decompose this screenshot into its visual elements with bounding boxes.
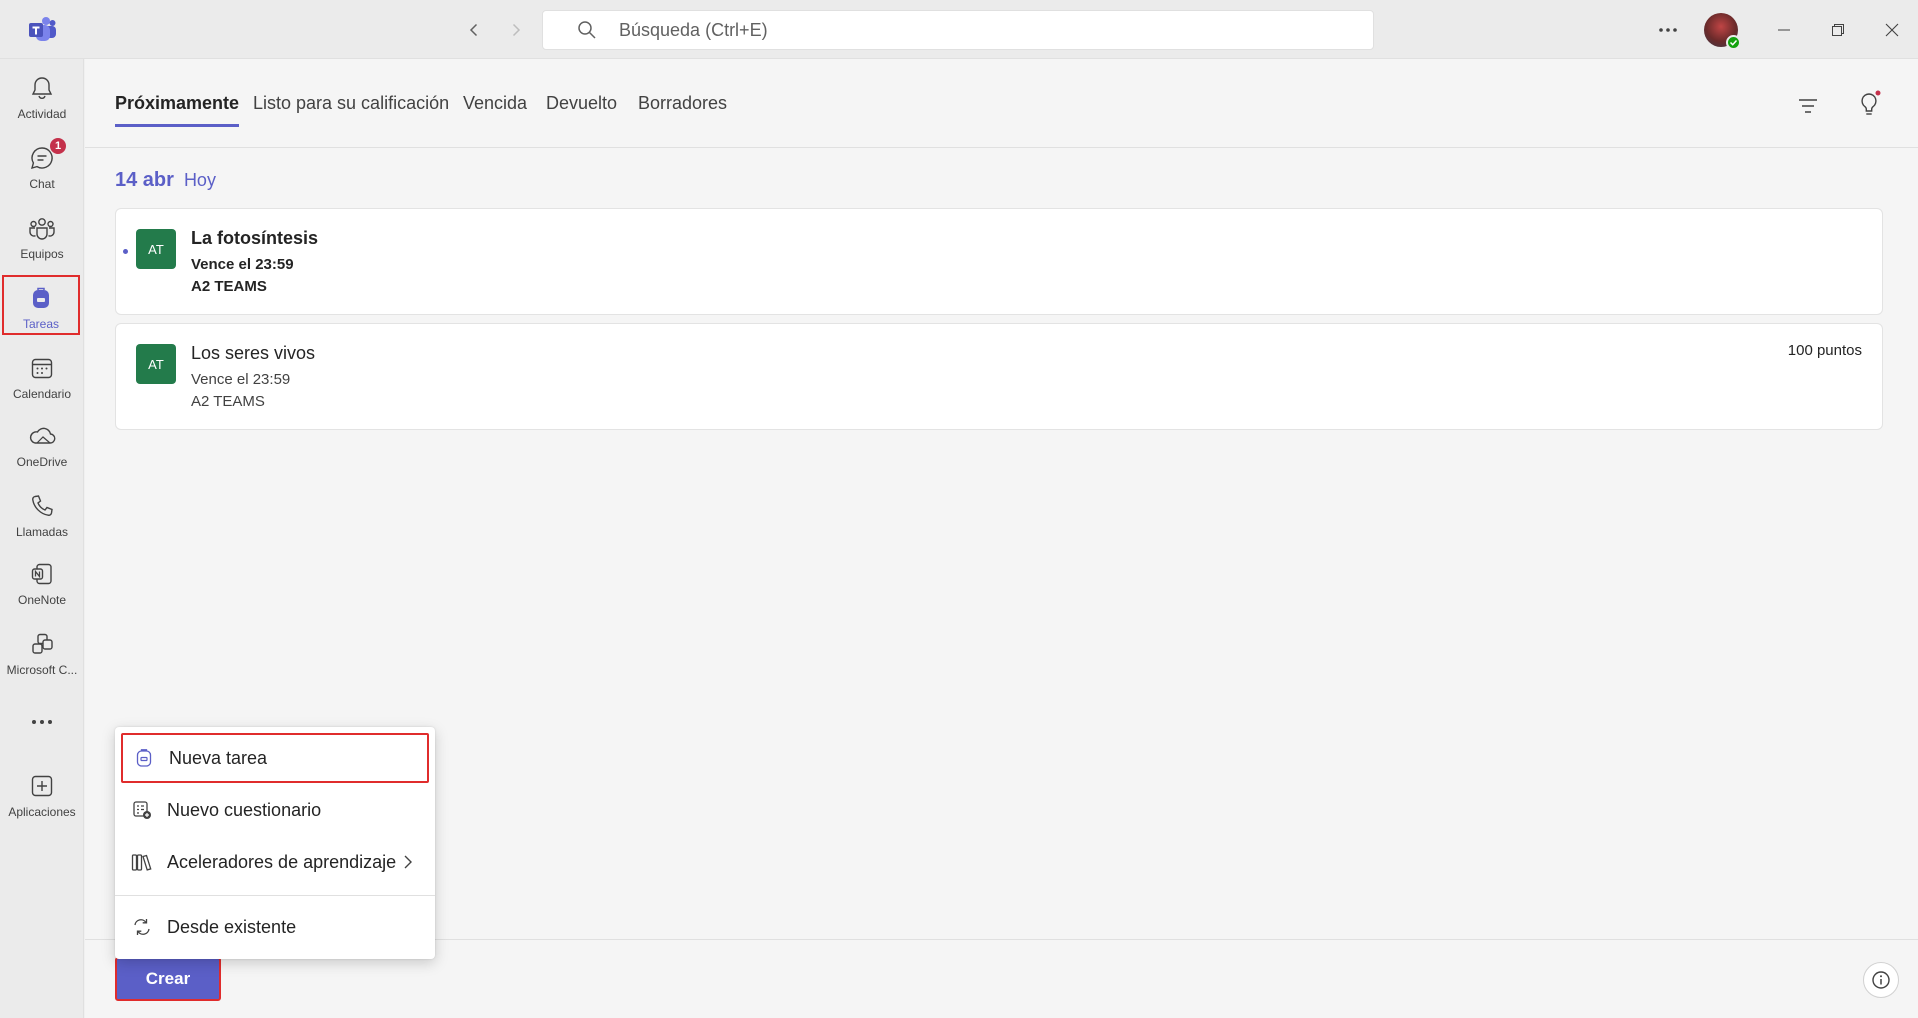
assignment-team: A2 TEAMS: [191, 393, 265, 410]
create-menu: Nueva tarea Nuevo cuestionario Acelerado…: [115, 727, 435, 959]
rail-item-microsoft-copilot[interactable]: Microsoft C...: [0, 621, 84, 687]
group-relative-date: Hoy: [183, 170, 216, 190]
lightbulb-icon[interactable]: [1855, 89, 1885, 121]
chevron-right-icon: [404, 855, 412, 869]
backpack-icon: [26, 283, 56, 313]
rail-item-onedrive[interactable]: OneDrive: [0, 413, 84, 479]
rail-item-actividad[interactable]: Actividad: [0, 65, 84, 131]
rail-label: Llamadas: [15, 525, 69, 539]
app-rail: Actividad 1 Chat Equipos Tareas Calendar…: [0, 59, 84, 1018]
menu-item-aceleradores[interactable]: Aceleradores de aprendizaje: [121, 837, 429, 887]
menu-item-nuevo-cuestionario[interactable]: Nuevo cuestionario: [121, 785, 429, 835]
assignment-card[interactable]: AT La fotosíntesis Vence el 23:59 A2 TEA…: [115, 208, 1883, 315]
rail-label: Actividad: [17, 107, 67, 121]
search-icon: [578, 21, 596, 39]
rail-item-aplicaciones[interactable]: Aplicaciones: [0, 763, 84, 829]
rail-label: Microsoft C...: [6, 663, 78, 677]
title-bar: Búsqueda (Ctrl+E): [0, 0, 1918, 59]
rail-item-llamadas[interactable]: Llamadas: [0, 483, 84, 549]
more-options-icon[interactable]: [1654, 16, 1682, 44]
menu-item-label: Aceleradores de aprendizaje: [167, 851, 397, 872]
assignment-due: Vence el 23:59: [191, 371, 291, 388]
rail-label: OneDrive: [16, 455, 68, 469]
back-arrow-icon[interactable]: [460, 16, 488, 44]
available-status-icon: [1726, 35, 1741, 50]
rail-item-tareas[interactable]: Tareas: [2, 275, 80, 335]
menu-item-label: Nueva tarea: [169, 747, 268, 768]
rail-label: Chat: [29, 177, 55, 191]
assignment-due: Vence el 23:59: [191, 256, 294, 273]
books-icon: [131, 851, 153, 873]
calendar-icon: [27, 353, 57, 383]
class-avatar: AT: [136, 229, 176, 269]
search-placeholder: Búsqueda (Ctrl+E): [619, 19, 768, 40]
restore-icon[interactable]: [1824, 16, 1852, 44]
minimize-icon[interactable]: [1770, 16, 1798, 44]
add-apps-icon: [27, 771, 57, 801]
assignment-points: 100 puntos: [1787, 342, 1862, 359]
close-icon[interactable]: [1878, 16, 1906, 44]
tab-proximamente[interactable]: Próximamente: [115, 93, 240, 127]
tab-vencida[interactable]: Vencida: [463, 93, 527, 127]
rail-item-calendario[interactable]: Calendario: [0, 345, 84, 411]
cloud-icon: [27, 421, 57, 451]
onenote-icon: [27, 559, 57, 589]
rail-label: Equipos: [20, 247, 64, 261]
tab-borradores[interactable]: Borradores: [638, 93, 727, 127]
teams-logo-icon[interactable]: [26, 14, 58, 46]
date-group-header: 14 abr Hoy: [115, 169, 216, 192]
search-input[interactable]: Búsqueda (Ctrl+E): [542, 10, 1374, 50]
menu-item-label: Nuevo cuestionario: [167, 799, 322, 820]
user-avatar[interactable]: [1704, 13, 1741, 50]
bell-icon: [27, 73, 57, 103]
filter-icon[interactable]: [1794, 92, 1822, 120]
group-date: 14 abr: [115, 169, 174, 191]
rail-label: Calendario: [12, 387, 72, 401]
assignment-tabs: Próximamente Listo para su calificación …: [85, 59, 1918, 148]
phone-icon: [27, 491, 57, 521]
menu-item-label: Desde existente: [167, 916, 297, 937]
menu-item-nueva-tarea[interactable]: Nueva tarea: [121, 733, 429, 783]
unread-badge: 1: [49, 137, 67, 155]
tab-listo-para-calificacion[interactable]: Listo para su calificación: [253, 93, 449, 127]
more-apps-icon: [27, 707, 57, 737]
menu-item-desde-existente[interactable]: Desde existente: [121, 902, 429, 952]
rail-label: Aplicaciones: [8, 805, 76, 819]
class-avatar: AT: [136, 344, 176, 384]
menu-divider: [115, 895, 435, 896]
rail-item-onenote[interactable]: OneNote: [0, 551, 84, 617]
copilot-icon: [27, 629, 57, 659]
backpack-icon: [133, 747, 155, 769]
rail-more-apps[interactable]: [0, 699, 84, 739]
assignment-title: Los seres vivos: [191, 343, 316, 363]
unread-indicator: [123, 249, 128, 254]
create-button[interactable]: Crear: [115, 957, 221, 1001]
info-icon[interactable]: [1863, 962, 1899, 998]
assignment-card[interactable]: AT Los seres vivos Vence el 23:59 A2 TEA…: [115, 323, 1883, 430]
forward-arrow-icon[interactable]: [502, 16, 530, 44]
teams-icon: [27, 213, 57, 243]
chat-icon: 1: [27, 137, 67, 173]
assignment-title: La fotosíntesis: [191, 228, 319, 248]
rail-item-equipos[interactable]: Equipos: [0, 205, 84, 271]
rail-item-chat[interactable]: 1 Chat: [0, 135, 84, 201]
rail-label: OneNote: [17, 593, 67, 607]
reuse-icon: [131, 916, 153, 938]
quiz-icon: [131, 799, 153, 821]
rail-label: Tareas: [22, 317, 60, 331]
assignment-team: A2 TEAMS: [191, 278, 267, 295]
tab-devuelto[interactable]: Devuelto: [546, 93, 617, 127]
